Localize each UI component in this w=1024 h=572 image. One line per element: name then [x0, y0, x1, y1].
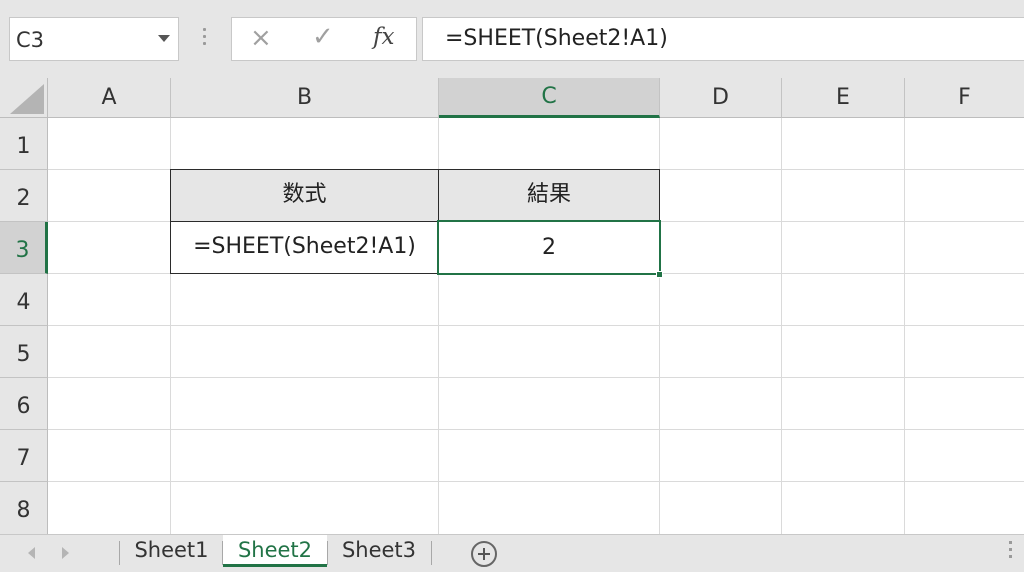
tab-sheet1[interactable]: Sheet1 — [121, 535, 222, 567]
row-header-3[interactable]: 3 — [0, 222, 48, 274]
row-header-2[interactable]: 2 — [0, 170, 48, 222]
formula-bar-area: C3 × ✓ fx =SHEET(Sheet2!A1) — [0, 0, 1024, 78]
row-header-8[interactable]: 8 — [0, 482, 48, 534]
gridline — [48, 429, 1024, 430]
formula-text: =SHEET(Sheet2!A1) — [445, 26, 668, 51]
scroll-left-icon[interactable] — [28, 547, 35, 559]
gridline — [781, 118, 782, 534]
tab-sheet2[interactable]: Sheet2 — [223, 535, 327, 567]
row-header-1[interactable]: 1 — [0, 118, 48, 170]
formula-buttons: × ✓ fx — [231, 17, 417, 61]
fill-handle[interactable] — [656, 271, 663, 278]
column-header-b[interactable]: B — [171, 78, 439, 118]
scroll-right-icon[interactable] — [62, 547, 69, 559]
select-all-button[interactable] — [0, 78, 48, 118]
select-all-icon — [10, 84, 44, 114]
add-sheet-icon[interactable] — [471, 541, 497, 567]
name-box[interactable]: C3 — [9, 17, 179, 61]
row-header-5[interactable]: 5 — [0, 326, 48, 378]
column-header-d[interactable]: D — [660, 78, 782, 118]
tab-divider — [431, 541, 432, 565]
cell-b3[interactable]: =SHEET(Sheet2!A1) — [170, 221, 439, 274]
sheet-tab-bar: Sheet1 Sheet2 Sheet3 — [0, 534, 1024, 572]
row-header-6[interactable]: 6 — [0, 378, 48, 430]
gridline — [904, 118, 905, 534]
insert-function-icon[interactable]: fx — [373, 24, 394, 50]
cancel-icon[interactable]: × — [250, 23, 272, 53]
column-header-c[interactable]: C — [439, 78, 660, 118]
formula-input[interactable]: =SHEET(Sheet2!A1) — [422, 17, 1024, 61]
tab-sheet3[interactable]: Sheet3 — [328, 535, 430, 567]
column-header-f[interactable]: F — [905, 78, 1024, 118]
cell-c2[interactable]: 結果 — [438, 169, 660, 222]
row-header-7[interactable]: 7 — [0, 430, 48, 482]
selected-cell-c3[interactable]: 2 — [437, 220, 661, 275]
drag-handle-icon[interactable] — [203, 28, 207, 49]
tab-divider — [119, 541, 120, 565]
cell-b2[interactable]: 数式 — [170, 169, 439, 222]
column-header-a[interactable]: A — [48, 78, 171, 118]
column-header-e[interactable]: E — [782, 78, 905, 118]
gridline — [48, 325, 1024, 326]
name-box-value: C3 — [16, 28, 45, 52]
drag-handle-icon[interactable] — [1009, 541, 1012, 562]
check-icon[interactable]: ✓ — [312, 22, 334, 52]
row-header-4[interactable]: 4 — [0, 274, 48, 326]
gridline — [48, 481, 1024, 482]
gridline — [48, 377, 1024, 378]
cell-c3-value: 2 — [542, 235, 556, 260]
spreadsheet-grid: A B C D E F 1 2 3 4 5 6 7 8 数式 結果 =SHEET… — [0, 78, 1024, 534]
chevron-down-icon[interactable] — [158, 35, 170, 42]
